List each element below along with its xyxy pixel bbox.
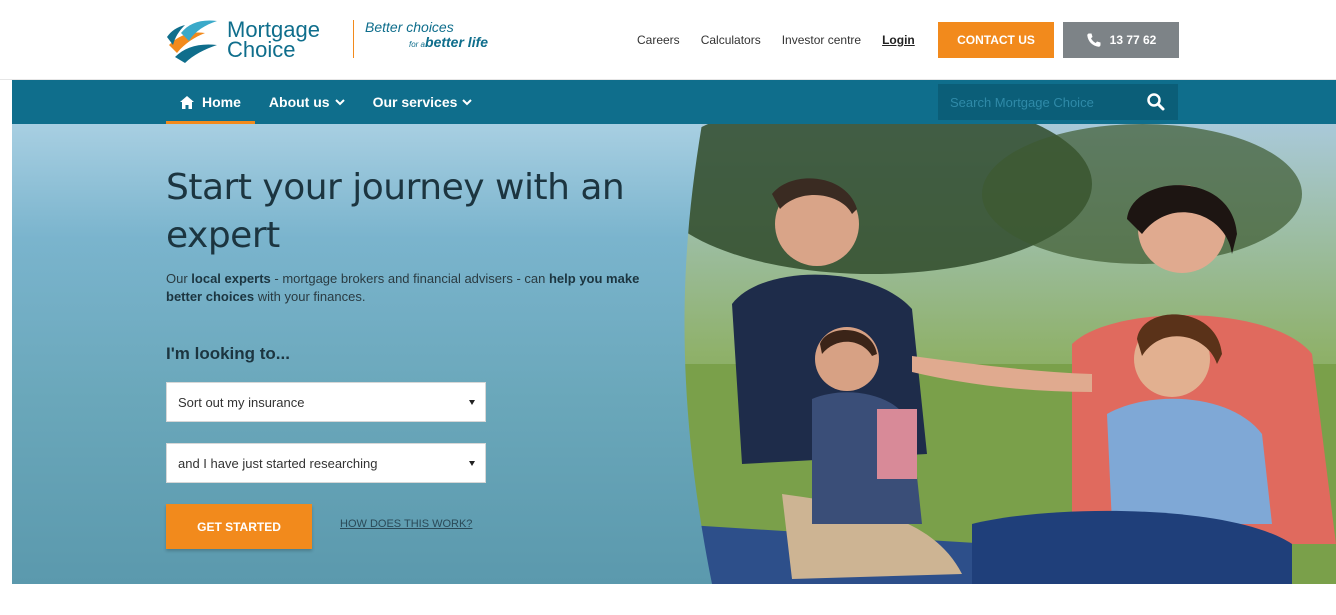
chevron-down-icon — [462, 99, 473, 106]
stage-select[interactable]: and I have just started researching — [166, 443, 486, 483]
logo-divider — [353, 20, 354, 58]
dropdown-caret-icon — [469, 400, 475, 405]
logo-text: Mortgage Choice — [227, 19, 320, 62]
bottom-strip — [0, 584, 1336, 615]
goal-select-value: Sort out my insurance — [178, 394, 305, 410]
hero-title: Start your journey with an expert — [166, 167, 625, 256]
logo-mark-icon — [167, 20, 217, 63]
nav-about-us[interactable]: About us — [255, 80, 359, 124]
tagline-line-1: Better choices — [365, 19, 454, 35]
hero-banner: Start your journey with an expert Our lo… — [12, 124, 1336, 584]
looking-to-heading: I'm looking to... — [166, 344, 290, 363]
hero-description: Our local experts - mortgage brokers and… — [166, 270, 646, 306]
tagline-line-2-text: better life — [425, 34, 489, 50]
nav-our-services-label: Our services — [372, 94, 458, 110]
how-does-this-work-link[interactable]: HOW DOES THIS WORK? — [340, 518, 472, 530]
hero-desc-part-2: - mortgage brokers and financial adviser… — [270, 271, 549, 286]
contact-us-button[interactable]: CONTACT US — [938, 22, 1054, 58]
chevron-down-icon — [334, 99, 345, 106]
home-icon — [180, 95, 194, 109]
dropdown-caret-icon — [469, 461, 475, 466]
calculators-link[interactable]: Calculators — [701, 33, 761, 47]
nav-items: Home About us Our services — [166, 80, 486, 124]
search-icon[interactable] — [1146, 92, 1166, 112]
search-box — [938, 84, 1178, 120]
page: Mortgage Choice Better choices for abett… — [0, 0, 1336, 615]
goal-select[interactable]: Sort out my insurance — [166, 382, 486, 422]
logo[interactable]: Mortgage Choice Better choices for abett… — [165, 14, 488, 66]
nav-our-services[interactable]: Our services — [359, 80, 487, 124]
login-link[interactable]: Login — [882, 33, 915, 47]
stage-select-value: and I have just started researching — [178, 455, 378, 471]
phone-button[interactable]: 13 77 62 — [1063, 22, 1179, 58]
logo-line-2: Choice — [227, 37, 296, 62]
hero-desc-part-3: with your finances. — [254, 289, 366, 304]
nav-about-us-label: About us — [268, 94, 330, 110]
top-header: Mortgage Choice Better choices for abett… — [0, 0, 1336, 80]
phone-icon — [1086, 33, 1101, 47]
careers-link[interactable]: Careers — [637, 33, 680, 47]
main-nav: Home About us Our services — [12, 80, 1336, 124]
nav-home-label: Home — [202, 94, 241, 110]
hero-desc-part-1: Our — [166, 271, 192, 286]
phone-number: 13 77 62 — [1109, 33, 1157, 47]
hero-desc-bold-1: local experts — [191, 271, 271, 286]
tagline-small: for a — [409, 40, 426, 49]
tagline-line-2: for abetter life — [365, 35, 495, 52]
get-started-button[interactable]: GET STARTED — [166, 504, 312, 549]
top-links: Careers Calculators Investor centre Logi… — [637, 33, 936, 47]
tagline: Better choices for abetter life — [365, 20, 495, 52]
search-input[interactable] — [938, 84, 1138, 120]
family-photo — [672, 124, 1336, 584]
nav-home[interactable]: Home — [166, 80, 255, 124]
investor-centre-link[interactable]: Investor centre — [782, 33, 861, 47]
